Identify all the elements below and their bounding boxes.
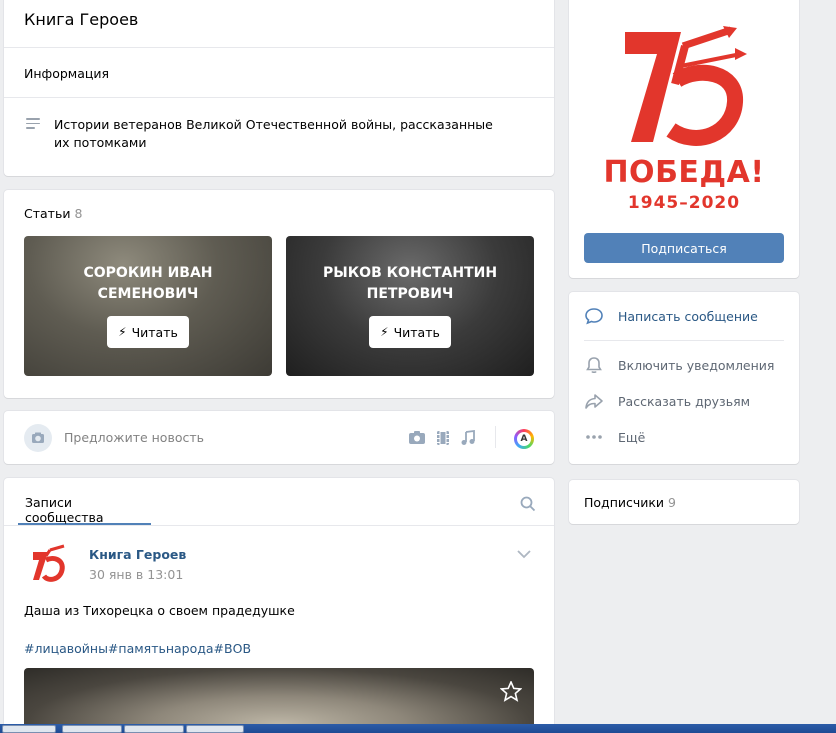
articles-count: 8 [74,206,83,221]
search-icon[interactable] [520,496,536,512]
camera-icon [24,424,52,452]
more-label: Ещё [618,429,646,445]
read-button-label: Читать [131,324,178,340]
avatar-letter: A [517,432,531,446]
more-dots-icon [584,427,604,447]
posts-card: Записи сообщества Книга Героев 30 янв в … [4,478,554,733]
tab-community-posts[interactable]: Записи сообщества [18,478,151,525]
message-icon [584,306,604,326]
divider [495,426,496,448]
info-card: Книга Героев Информация Истории ветерано… [4,0,554,176]
victory-75-logo [625,26,747,146]
post-hashtags[interactable]: #лицавойны#памятьнарода#ВОВ [24,641,251,656]
article-card[interactable]: РЫКОВ КОНСТАНТИН ПЕТРОВИЧ ⚡ Читать [286,236,534,376]
more-button[interactable]: Ещё [584,427,645,447]
articles-header[interactable]: Статьи 8 [24,206,82,221]
bell-icon [584,355,604,375]
taskbar-item[interactable] [124,725,184,733]
bolt-icon: ⚡ [380,325,389,339]
enable-notifications-label: Включить уведомления [618,357,775,373]
articles-card: Статьи 8 СОРОКИН ИВАН СЕМЕНОВИЧ ⚡ Читать Р… [4,190,554,398]
chevron-down-icon[interactable] [517,550,531,559]
share-label: Рассказать друзьям [618,393,751,409]
group-avatar[interactable] [24,542,74,592]
description-icon [26,118,40,130]
bolt-icon: ⚡ [118,325,127,339]
post-date[interactable]: 30 янв в 13:01 [89,567,183,582]
article-title: РЫКОВ КОНСТАНТИН ПЕТРОВИЧ [322,265,498,302]
post-text: Даша из Тихорецка о своем прадедушке [24,603,295,618]
photo-icon[interactable] [408,430,426,446]
suggest-card: Предложите новость A [4,411,554,464]
divider [584,340,784,341]
articles-label: Статьи [24,206,71,221]
cover-years: 1945–2020 [627,193,741,213]
enable-notifications-button[interactable]: Включить уведомления [584,355,774,375]
page-title: Книга Героев [24,10,139,29]
post-author[interactable]: Книга Героев [89,547,186,562]
video-icon[interactable] [436,430,450,446]
share-button[interactable]: Рассказать друзьям [584,391,750,411]
divider [4,525,554,526]
star-icon[interactable] [500,681,522,702]
divider [4,97,554,98]
subscribe-button[interactable]: Подписаться [584,233,784,263]
cover-headline: ПОБЕДА! [603,155,765,190]
subscribers-card[interactable]: Подписчики 9 [569,480,799,524]
subscribers-header[interactable]: Подписчики 9 [584,495,676,510]
read-button-label: Читать [393,324,440,340]
read-button[interactable]: ⚡ Читать [369,316,451,348]
cover-card: ПОБЕДА! 1945–2020 Подписаться [569,0,799,278]
music-icon[interactable] [460,430,476,446]
taskbar-item[interactable] [186,725,244,733]
subscribers-label: Подписчики [584,495,665,510]
article-title: СОРОКИН ИВАН СЕМЕНОВИЧ [83,265,213,302]
taskbar-start-button[interactable] [2,725,56,733]
share-icon [584,391,604,411]
write-message-label: Написать сообщение [618,308,758,324]
actions-card: Написать сообщение Включить уведомления … [569,292,799,464]
author-avatar[interactable]: A [514,429,534,449]
article-card[interactable]: СОРОКИН ИВАН СЕМЕНОВИЧ ⚡ Читать [24,236,272,376]
read-button[interactable]: ⚡ Читать [107,316,189,348]
taskbar-item[interactable] [62,725,122,733]
suggest-input[interactable]: Предложите новость [64,430,204,445]
write-message-button[interactable]: Написать сообщение [584,306,758,326]
info-header: Информация [24,66,110,81]
subscribers-count: 9 [668,495,676,510]
group-description: Истории ветеранов Великой Отечественной … [54,117,493,150]
divider [4,47,554,48]
